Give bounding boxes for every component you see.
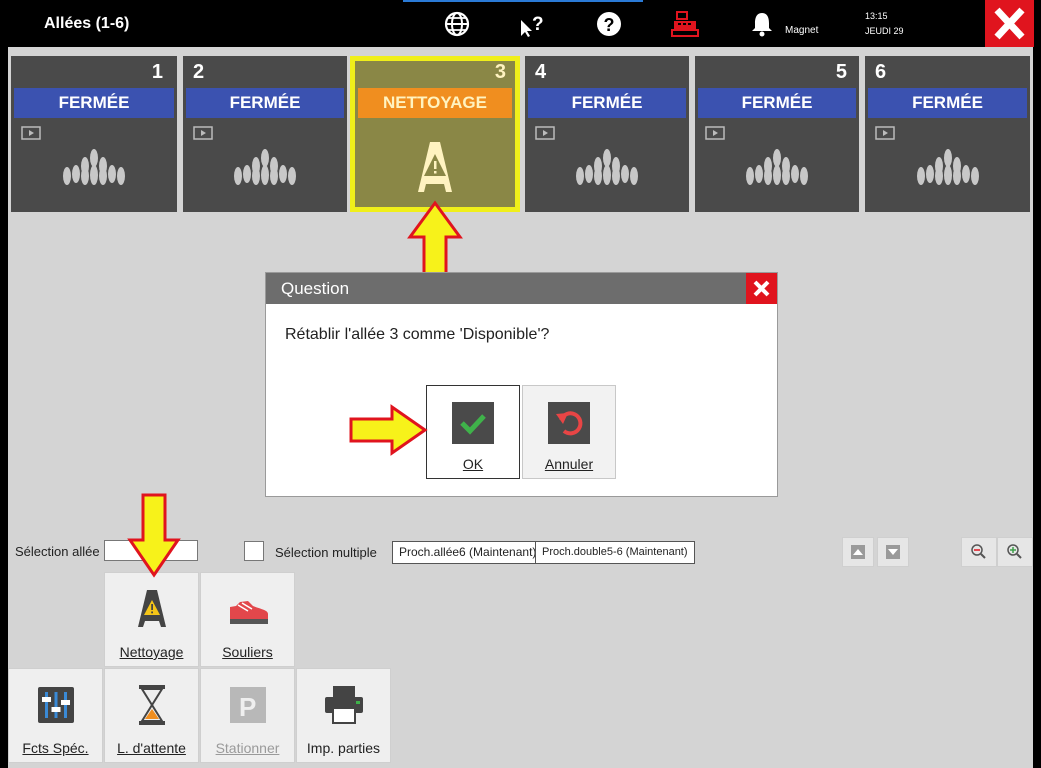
ok-label: OK [462,456,484,472]
lane-number: 3 [494,61,506,83]
chevron-down-icon [886,545,900,559]
dialog-close-button[interactable] [746,273,777,304]
multiple-selection-checkbox[interactable] [244,541,264,561]
cash-register-icon[interactable] [671,10,699,38]
shoes-label: Souliers [222,644,273,660]
lane-card-1[interactable]: 1 FERMÉE [11,56,177,212]
lane-number: 5 [835,61,847,83]
svg-text:?: ? [532,14,544,35]
cleaning-button[interactable]: Nettoyage [104,572,199,667]
parking-label: Stationner [215,740,280,756]
video-icon [875,126,895,140]
dialog-header: Question [266,273,777,304]
sliders-icon [38,687,74,723]
lane-status: FERMÉE [698,88,856,118]
svg-text:P: P [239,692,256,722]
top-bar: Allées (1-6) ? ? Magnet 13:15 JEUDI 29 [0,0,1041,47]
lane-number: 6 [875,61,887,83]
shoes-button[interactable]: Souliers [200,572,295,667]
multiple-selection-label: Sélection multiple [275,545,377,560]
checkmark-icon [452,402,494,444]
cancel-button[interactable]: Annuler [522,385,616,479]
time-text: 13:15 [865,11,888,21]
undo-icon [548,402,590,444]
video-icon [535,126,555,140]
dialog-message: Rétablir l'allée 3 comme 'Disponible'? [285,326,550,343]
svg-text:?: ? [604,15,615,35]
lane-card-4[interactable]: 4 FERMÉE [525,56,689,212]
wet-floor-sign-icon [138,590,166,627]
cleaning-label: Nettoyage [119,644,184,660]
lane-card-3[interactable]: 3 NETTOYAGE [350,56,520,212]
bell-icon[interactable] [748,10,776,38]
print-games-button[interactable]: Imp. parties [296,668,391,763]
lane-status: FERMÉE [14,88,174,118]
dialog-title: Question [281,279,350,298]
wet-floor-sign-icon [418,142,452,192]
cancel-label: Annuler [544,456,594,472]
waitlist-button[interactable]: L. d'attente [104,668,199,763]
next-double-button[interactable]: Proch.double5-6 (Maintenant) [535,541,695,564]
annotation-arrow-down [127,493,181,578]
date-text: JEUDI 29 [865,26,904,36]
bowling-pins-icon [576,149,638,185]
user-name: Magnet [785,25,819,36]
special-functions-label: Fcts Spéc. [22,740,89,756]
lane-status: FERMÉE [528,88,686,118]
page-title: Allées (1-6) [44,15,130,32]
active-indicator [403,0,643,2]
close-icon [994,7,1025,40]
lane-status: NETTOYAGE [358,88,512,118]
bowling-pins-icon [746,149,808,185]
parking-icon: P [230,687,266,723]
lane-card-5[interactable]: 5 FERMÉE [695,56,859,212]
lane-number: 4 [535,61,547,83]
globe-icon[interactable] [443,10,471,38]
zoom-out-button[interactable] [961,537,997,567]
close-icon [753,280,770,297]
clock: 13:15 JEUDI 29 [865,9,904,39]
help-pointer-icon[interactable]: ? [518,10,546,38]
bowling-pins-icon [916,149,979,185]
zoom-in-button[interactable] [997,537,1033,567]
scroll-down-button[interactable] [877,537,909,567]
lane-selection-label: Sélection allée [15,544,100,559]
bowling-pins-icon [63,149,125,185]
next-lane-button[interactable]: Proch.allée6 (Maintenant) [392,541,544,564]
lane-status: FERMÉE [868,88,1027,118]
waitlist-label: L. d'attente [117,740,186,756]
parking-button[interactable]: P Stationner [200,668,295,763]
close-button[interactable] [985,0,1034,47]
hourglass-icon [139,685,165,725]
video-icon [193,126,213,140]
ok-button[interactable]: OK [426,385,520,479]
lane-number: 1 [151,61,163,83]
annotation-arrow-right [349,404,428,456]
chevron-up-icon [851,545,865,559]
lane-status: FERMÉE [186,88,344,118]
bowling-pins-icon [234,149,296,185]
special-functions-button[interactable]: Fcts Spéc. [8,668,103,763]
zoom-out-icon [971,544,986,559]
printer-icon [325,686,363,724]
lane-number: 2 [193,61,205,83]
print-games-label: Imp. parties [306,740,381,756]
lane-card-6[interactable]: 6 FERMÉE [865,56,1030,212]
shoe-icon [230,601,268,624]
lane-card-2[interactable]: 2 FERMÉE [183,56,347,212]
scroll-up-button[interactable] [842,537,874,567]
video-icon [21,126,41,140]
video-icon [705,126,725,140]
help-icon[interactable]: ? [595,10,623,38]
question-dialog: Question Rétablir l'allée 3 comme 'Dispo… [265,272,778,497]
zoom-in-icon [1007,544,1022,559]
